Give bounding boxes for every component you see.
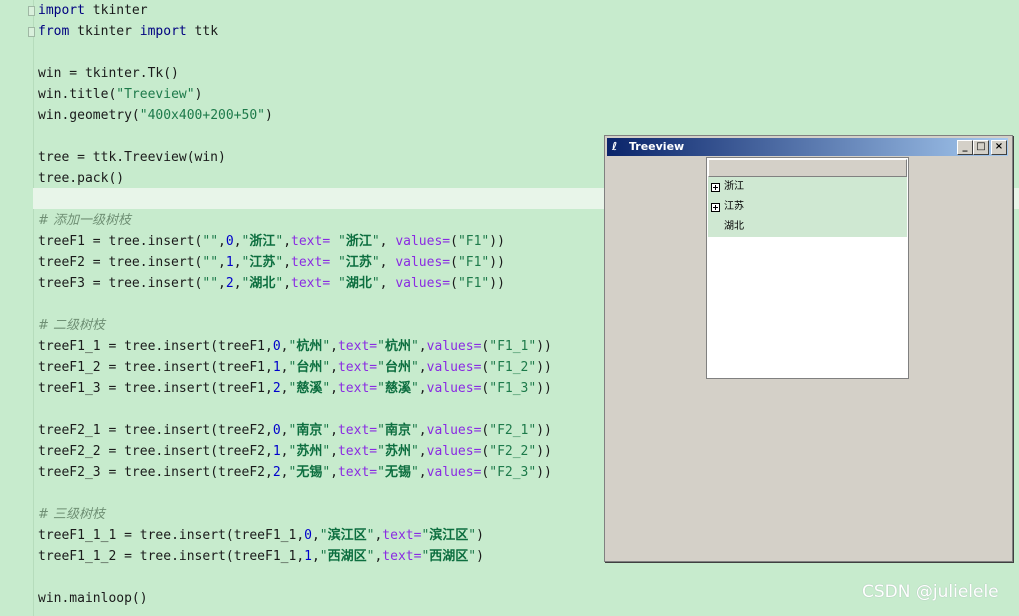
tree-item[interactable]: 浙江 — [708, 177, 907, 197]
feather-icon: ℓ — [612, 140, 618, 153]
code-line: treeF1_1 = tree.insert(treeF1,0,"杭州",tex… — [38, 339, 552, 354]
code-line: treeF1_3 = tree.insert(treeF1,2,"慈溪",tex… — [38, 381, 552, 396]
code-line: treeF3 = tree.insert("",2,"湖北",text= "湖北… — [38, 276, 505, 291]
code-line: treeF2 = tree.insert("",1,"江苏",text= "江苏… — [38, 255, 505, 270]
code-line: treeF2_3 = tree.insert(treeF2,2,"无锡",tex… — [38, 465, 552, 480]
tree-item-label: 湖北 — [724, 221, 744, 232]
code-line: win.title("Treeview") — [38, 87, 203, 102]
code-comment: # 三级树枝 — [38, 507, 106, 522]
expand-icon[interactable] — [711, 183, 720, 192]
fold-marker[interactable] — [28, 27, 35, 37]
tree-item-label: 江苏 — [724, 201, 744, 212]
code-comment: # 添加一级树枝 — [38, 213, 132, 228]
code-comment: # 二级树枝 — [38, 318, 106, 333]
code-line: win = tkinter.Tk() — [38, 66, 179, 81]
code-line: treeF1 = tree.insert("",0,"浙江",text= "浙江… — [38, 234, 505, 249]
close-button[interactable]: × — [991, 140, 1007, 155]
tree-item[interactable]: 江苏 — [708, 197, 907, 217]
code-line: win.geometry("400x400+200+50") — [38, 108, 273, 123]
code-line: treeF1_1_1 = tree.insert(treeF1_1,0,"滨江区… — [38, 528, 484, 543]
window-titlebar[interactable]: ℓ Treeview _ □ × — [607, 138, 1008, 156]
treeview-heading[interactable] — [708, 159, 907, 177]
expand-icon[interactable] — [711, 203, 720, 212]
tree-item[interactable]: 湖北 — [708, 217, 907, 237]
code-line: import tkinter — [38, 3, 148, 18]
fold-marker[interactable] — [28, 6, 35, 16]
code-line: tree = ttk.Treeview(win) — [38, 150, 226, 165]
minimize-button[interactable]: _ — [957, 140, 973, 155]
treeview-window[interactable]: ℓ Treeview _ □ × 浙江 江苏 湖北 — [604, 135, 1013, 562]
watermark: CSDN @julielele — [862, 582, 999, 602]
code-line: win.mainloop() — [38, 591, 148, 606]
tree-item-label: 浙江 — [724, 181, 744, 192]
code-line: treeF1_1_2 = tree.insert(treeF1_1,1,"西湖区… — [38, 549, 484, 564]
code-line: treeF2_2 = tree.insert(treeF2,1,"苏州",tex… — [38, 444, 552, 459]
code-line: treeF1_2 = tree.insert(treeF1,1,"台州",tex… — [38, 360, 552, 375]
code-line: from tkinter import ttk — [38, 24, 219, 39]
treeview-widget[interactable]: 浙江 江苏 湖北 — [706, 157, 909, 379]
window-title: Treeview — [629, 140, 685, 153]
maximize-button[interactable]: □ — [973, 140, 989, 155]
code-line: treeF2_1 = tree.insert(treeF2,0,"南京",tex… — [38, 423, 552, 438]
editor-gutter — [0, 0, 34, 616]
code-line: tree.pack() — [38, 171, 125, 186]
